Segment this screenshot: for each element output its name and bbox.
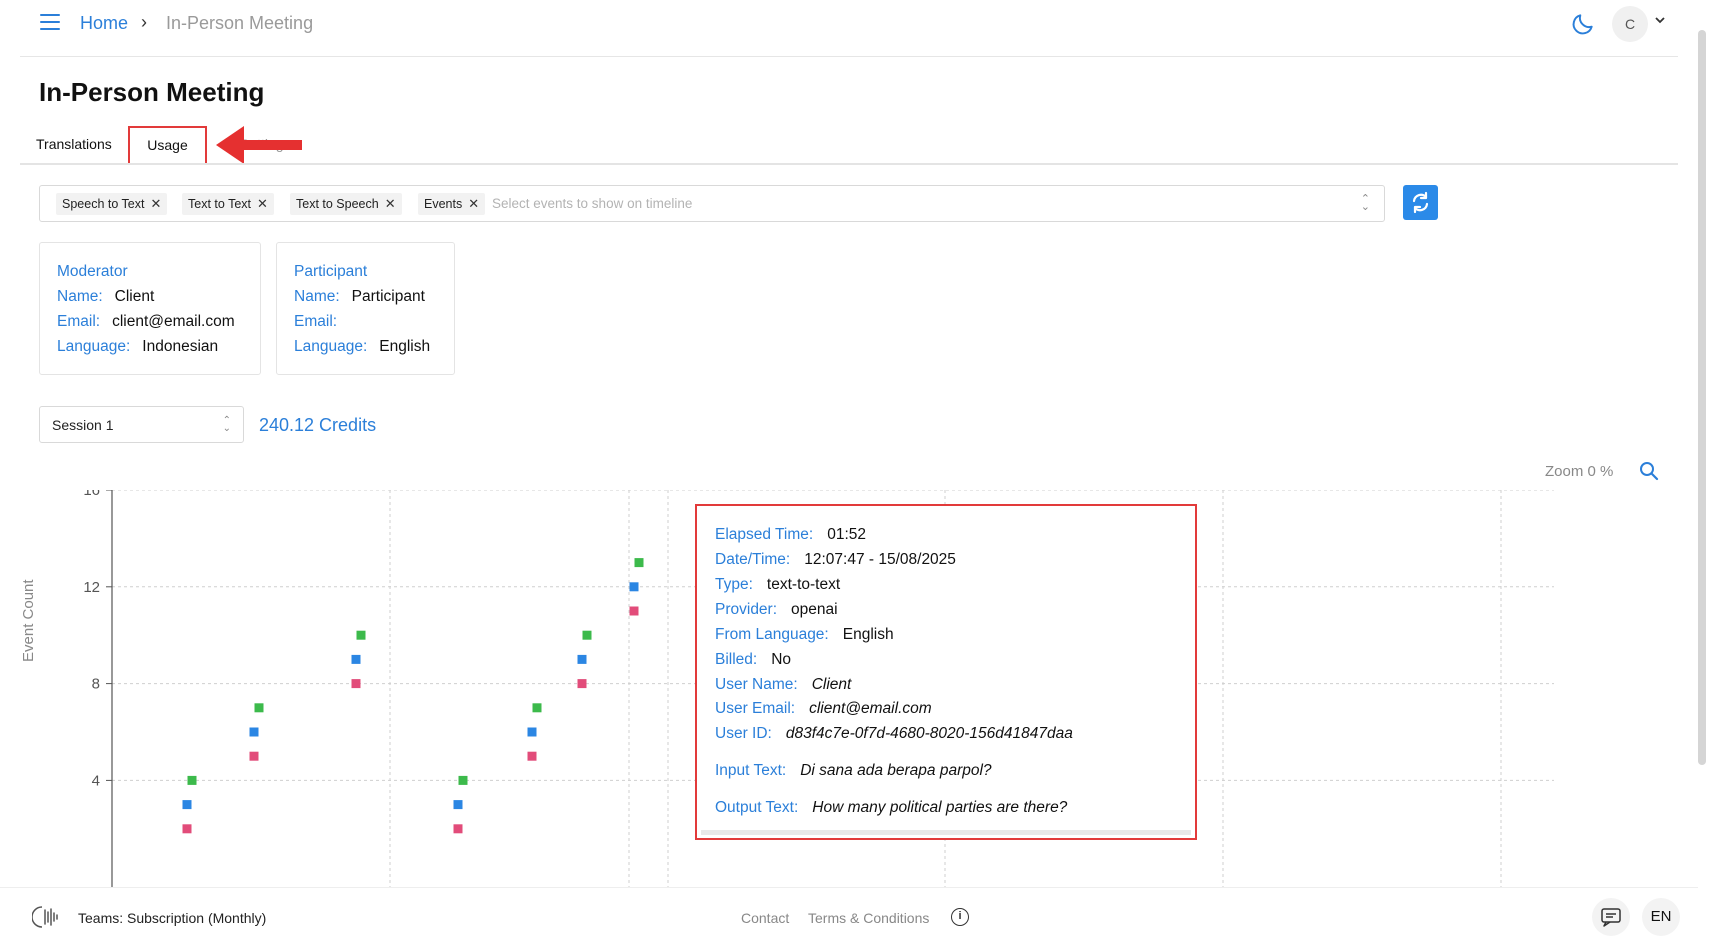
chip-speech-to-text: Speech to Text ✕ [56,193,168,215]
chip-events: Events ✕ [418,193,486,215]
avatar[interactable]: C [1612,6,1648,42]
red-arrow-annotation [216,126,302,164]
menu-icon[interactable] [40,14,60,32]
chip-text-to-text: Text to Text ✕ [182,193,274,215]
tooltip-user-name: User Name: Client [715,676,852,693]
moon-icon[interactable] [1570,11,1596,37]
tabs-divider [20,163,1678,165]
chat-button[interactable] [1592,898,1630,936]
card-row-name: Name: Client [57,288,155,305]
data-point-blue[interactable] [527,727,537,737]
search-icon[interactable] [1638,460,1660,482]
event-filter-select[interactable]: Speech to Text ✕ Text to Text ✕ Text to Sp… [39,185,1385,222]
y-tick-label: 12 [83,579,100,596]
data-point-pink[interactable] [577,679,587,689]
moderator-card: Moderator Name: Client Email: client@email… [39,242,261,375]
breadcrumb-current: In-Person Meeting [166,13,314,33]
data-point-blue[interactable] [577,654,587,664]
tooltip-type: Type: text-to-text [715,576,841,593]
data-point-pink[interactable] [351,679,361,689]
card-row-language: Language: Indonesian [57,338,219,355]
card-title: Participant [294,263,368,280]
data-point-pink[interactable] [453,824,463,834]
data-point-green[interactable] [356,630,366,640]
tooltip-input-text: Input Text: Di sana ada berapa parpol? [715,762,992,779]
data-point-green[interactable] [634,558,644,568]
data-point-green[interactable] [187,775,197,785]
tooltip-provider: Provider: openai [715,601,838,618]
tooltip-user-email: User Email: client@email.com [715,700,932,717]
tooltip-shadow [701,830,1191,835]
info-icon[interactable]: i [951,908,969,926]
card-row-email: Email: client@email.com [57,313,235,330]
card-row-language: Language: English [294,338,431,355]
tooltip-elapsed: Elapsed Time: 01:52 [715,526,867,543]
page-title: In-Person Meeting [39,77,265,107]
close-icon[interactable]: ✕ [385,196,396,211]
updown-icon[interactable]: ⌃ ⌄ [1361,194,1370,213]
close-icon[interactable]: ✕ [468,196,479,211]
tooltip-user-id: User ID: d83f4c7e-0f7d-4680-8020-156d4184… [715,725,1073,742]
tooltip-output-text: Output Text: How many political parties a… [715,799,1068,816]
y-tick-label: 4 [92,772,100,789]
data-point-green[interactable] [458,775,468,785]
data-point-pink[interactable] [182,824,192,834]
card-title: Moderator [57,263,128,280]
breadcrumb-home[interactable]: Home [80,13,128,34]
zoom-label: Zoom 0 % [1545,463,1614,480]
filter-placeholder[interactable]: Select events to show on timeline [492,196,692,211]
tab-translations[interactable]: Translations [36,136,112,152]
chip-text-to-speech: Text to Speech ✕ [290,193,402,215]
chat-icon [1601,908,1621,927]
session-value: Session 1 [52,417,114,433]
credits-label: 240.12 Credits [259,415,377,435]
data-point-green[interactable] [582,630,592,640]
tooltip-datetime: Date/Time: 12:07:47 - 15/08/2025 [715,551,956,568]
breadcrumb-separator: › [141,12,147,32]
participant-card: Participant Name: Participant Email: Lang… [276,242,455,375]
data-point-pink[interactable] [527,751,537,761]
data-point-blue[interactable] [182,800,192,810]
subscription-plan: Teams: Subscription (Monthly) [78,910,267,926]
data-point-pink[interactable] [629,606,639,616]
tooltip-billed: Billed: No [715,651,792,668]
refresh-icon [1412,191,1429,214]
data-point-blue[interactable] [453,800,463,810]
y-tick-label: 8 [92,676,100,693]
contact-link[interactable]: Contact [741,910,789,926]
top-bar: Home › In-Person Meeting C [20,0,1678,57]
scrollbar[interactable] [1698,30,1706,765]
data-point-pink[interactable] [249,751,259,761]
data-point-green[interactable] [254,703,264,713]
brand-logo-icon [32,906,58,928]
chevron-down-icon[interactable] [1654,14,1666,29]
tooltip-from-language: From Language: English [715,626,894,643]
y-tick-label: 16 [83,490,100,499]
refresh-button[interactable] [1403,185,1438,220]
tab-usage[interactable]: Usage [128,126,207,165]
user-menu[interactable]: C [1612,6,1672,42]
session-select[interactable]: Session 1 ⌃ ⌄ [39,406,244,443]
close-icon[interactable]: ✕ [150,196,161,211]
card-row-name: Name: Participant [294,288,425,305]
language-button[interactable]: EN [1642,898,1680,936]
updown-icon: ⌃ ⌄ [222,415,231,434]
event-tooltip: Elapsed Time: 01:52 Date/Time: 12:07:47 - … [695,504,1197,840]
footer: Teams: Subscription (Monthly) Contact Te… [0,887,1698,945]
y-axis-label: Event Count [20,579,37,662]
data-point-blue[interactable] [629,582,639,592]
terms-link[interactable]: Terms & Conditions [808,910,929,926]
close-icon[interactable]: ✕ [257,196,268,211]
card-row-email: Email: [294,313,338,330]
data-point-blue[interactable] [351,654,361,664]
data-point-green[interactable] [532,703,542,713]
data-point-blue[interactable] [249,727,259,737]
